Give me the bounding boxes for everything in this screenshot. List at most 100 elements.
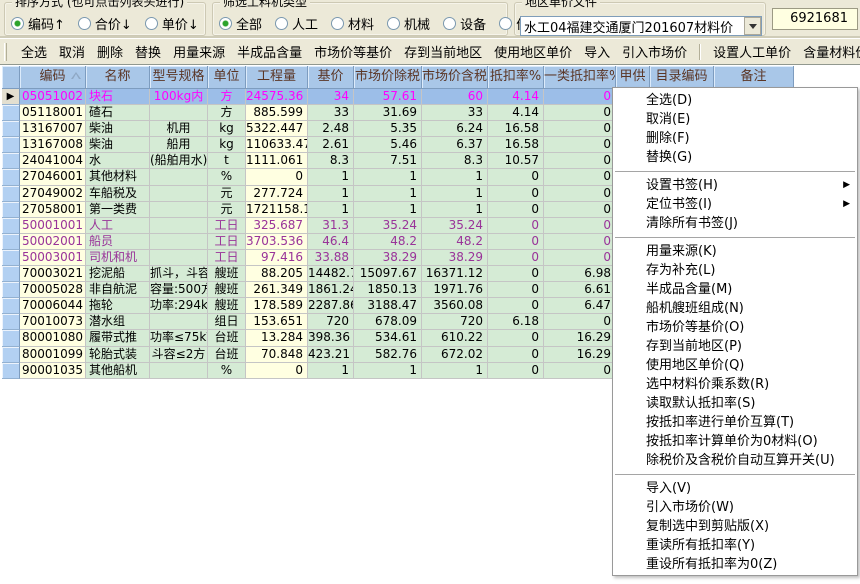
table-cell[interactable]: 1861.24: [308, 282, 354, 298]
toolbar-button[interactable]: 引入市场价: [622, 42, 687, 61]
table-cell[interactable]: 艘班: [208, 298, 246, 314]
table-cell[interactable]: [150, 363, 208, 379]
table-cell[interactable]: 27046001: [20, 169, 86, 185]
table-cell[interactable]: 88.205: [246, 266, 308, 282]
table-cell[interactable]: 潜水组: [86, 314, 150, 330]
table-cell[interactable]: 80001080: [20, 330, 86, 346]
table-cell[interactable]: 1: [354, 186, 422, 202]
menu-item[interactable]: 按抵扣率进行单价互算(T) ▶: [613, 413, 857, 432]
table-cell[interactable]: 582.76: [354, 347, 422, 363]
table-cell[interactable]: 工日: [208, 250, 246, 266]
row-selector-cell[interactable]: [2, 169, 20, 185]
column-header[interactable]: 工程量: [246, 66, 308, 89]
table-cell[interactable]: 0: [544, 105, 616, 121]
toolbar-button[interactable]: 导入: [584, 42, 610, 61]
menu-item[interactable]: 使用地区单价(Q) ▶: [613, 356, 857, 375]
row-selector-cell[interactable]: [2, 105, 20, 121]
table-cell[interactable]: 70.848: [246, 347, 308, 363]
table-cell[interactable]: 325.687: [246, 218, 308, 234]
table-cell[interactable]: 678.09: [354, 314, 422, 330]
table-cell[interactable]: %: [208, 169, 246, 185]
menu-item[interactable]: 删除(F) ▶: [613, 129, 857, 148]
radio-option[interactable]: 全部: [219, 14, 262, 33]
table-cell[interactable]: 05051002: [20, 89, 86, 105]
table-cell[interactable]: 功率≤75kW: [150, 330, 208, 346]
table-cell[interactable]: 16.58: [488, 121, 544, 137]
table-cell[interactable]: 2.48: [308, 121, 354, 137]
toolbar-button[interactable]: 含量材料价格: [803, 42, 860, 61]
toolbar-button[interactable]: 删除: [97, 42, 123, 61]
table-cell[interactable]: 80001099: [20, 347, 86, 363]
row-selector-cell[interactable]: [2, 218, 20, 234]
table-cell[interactable]: 1: [422, 169, 488, 185]
table-cell[interactable]: 0: [544, 137, 616, 153]
menu-item[interactable]: 按抵扣率计算单价为0材料(O) ▶: [613, 432, 857, 451]
row-selector-cell[interactable]: [2, 202, 20, 218]
table-cell[interactable]: 610.22: [422, 330, 488, 346]
table-cell[interactable]: 0: [488, 298, 544, 314]
table-cell[interactable]: [150, 250, 208, 266]
row-selector-cell[interactable]: [2, 153, 20, 169]
table-cell[interactable]: 46.4: [308, 234, 354, 250]
table-cell[interactable]: 0: [544, 186, 616, 202]
table-cell[interactable]: 轮胎式装: [86, 347, 150, 363]
table-cell[interactable]: 0: [544, 250, 616, 266]
table-cell[interactable]: 机用: [150, 121, 208, 137]
table-cell[interactable]: 27049002: [20, 186, 86, 202]
table-cell[interactable]: 10.57: [488, 153, 544, 169]
table-cell[interactable]: 船员: [86, 234, 150, 250]
table-cell[interactable]: 34: [308, 89, 354, 105]
table-cell[interactable]: 6.98: [544, 266, 616, 282]
menu-item[interactable]: 读取默认抵扣率(S) ▶: [613, 394, 857, 413]
row-selector-cell[interactable]: [2, 250, 20, 266]
table-cell[interactable]: 0: [488, 186, 544, 202]
table-cell[interactable]: 履带式推: [86, 330, 150, 346]
table-cell[interactable]: 艘班: [208, 282, 246, 298]
table-cell[interactable]: 方: [208, 89, 246, 105]
table-cell[interactable]: 31.3: [308, 218, 354, 234]
row-selector-cell[interactable]: [2, 314, 20, 330]
menu-item[interactable]: 替换(G) ▶: [613, 148, 857, 167]
table-cell[interactable]: 1: [422, 202, 488, 218]
table-cell[interactable]: 16.58: [488, 137, 544, 153]
column-header[interactable]: 抵扣率%: [488, 66, 544, 89]
table-cell[interactable]: 0: [488, 347, 544, 363]
table-cell[interactable]: 组日: [208, 314, 246, 330]
radio-option[interactable]: 材料: [331, 14, 374, 33]
menu-item[interactable]: 清除所有书签(J) ▶: [613, 214, 857, 233]
table-cell[interactable]: 261.349: [246, 282, 308, 298]
table-cell[interactable]: 38.29: [354, 250, 422, 266]
row-selector-cell[interactable]: [2, 234, 20, 250]
table-cell[interactable]: 功率:294kW: [150, 298, 208, 314]
price-file-dropdown[interactable]: 水工04福建交通厦门201607材料价: [520, 16, 762, 36]
table-cell[interactable]: [150, 169, 208, 185]
table-cell[interactable]: 1: [354, 202, 422, 218]
table-cell[interactable]: 1850.13: [354, 282, 422, 298]
table-cell[interactable]: 0: [544, 363, 616, 379]
column-header[interactable]: 基价: [308, 66, 354, 89]
table-cell[interactable]: 元: [208, 202, 246, 218]
menu-item[interactable]: 选中材料价乘系数(R) ▶: [613, 375, 857, 394]
table-cell[interactable]: 60: [422, 89, 488, 105]
grid-corner-cell[interactable]: [2, 66, 20, 89]
table-cell[interactable]: (船舶用水): [150, 153, 208, 169]
menu-item[interactable]: 全选(D) ▶: [613, 91, 857, 110]
table-cell[interactable]: 24041004: [20, 153, 86, 169]
radio-option[interactable]: 编码↑: [11, 14, 65, 33]
table-cell[interactable]: 534.61: [354, 330, 422, 346]
row-selector-cell[interactable]: [2, 282, 20, 298]
table-cell[interactable]: 方: [208, 105, 246, 121]
table-cell[interactable]: 35.24: [422, 218, 488, 234]
table-cell[interactable]: 277.724: [246, 186, 308, 202]
table-cell[interactable]: 1: [308, 169, 354, 185]
table-cell[interactable]: 24575.36: [246, 89, 308, 105]
table-cell[interactable]: 碴石: [86, 105, 150, 121]
table-cell[interactable]: 4.14: [488, 89, 544, 105]
table-cell[interactable]: 33: [422, 105, 488, 121]
table-cell[interactable]: 720: [422, 314, 488, 330]
toolbar-button[interactable]: 全选: [21, 42, 47, 61]
table-cell[interactable]: 0: [488, 169, 544, 185]
table-cell[interactable]: 艘班: [208, 266, 246, 282]
toolbar-grip[interactable]: [4, 43, 7, 61]
table-cell[interactable]: 6.18: [488, 314, 544, 330]
